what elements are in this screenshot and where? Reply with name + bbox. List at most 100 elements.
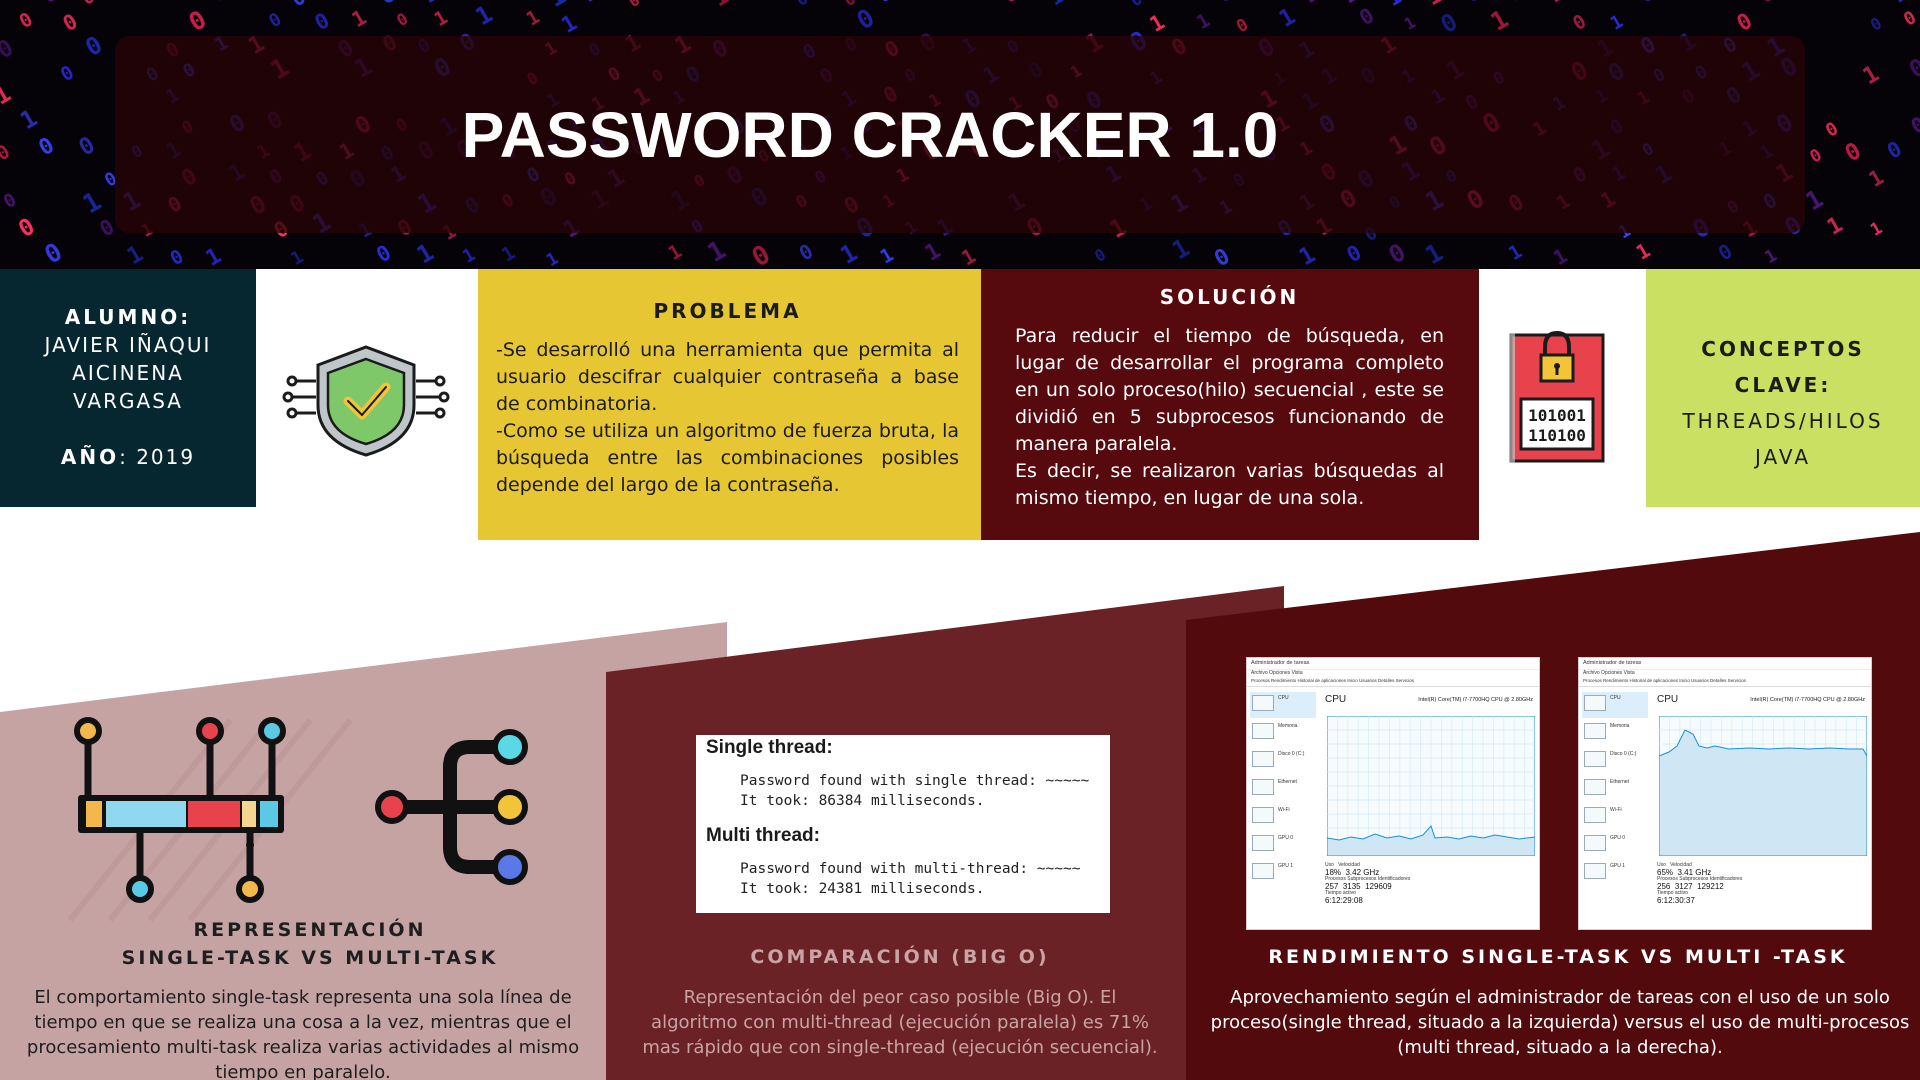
tm-window-title: Administrador de tareas [1579, 658, 1871, 670]
tm-side-cpu: CPU [1250, 692, 1316, 718]
binary-digit: 1 [1295, 242, 1320, 269]
tm-cpu-label: CPU [1657, 694, 1679, 705]
conceptos-panel: CONCEPTOS CLAVE: THREADS/HILOS JAVA [1646, 269, 1920, 507]
binary-digit: 0 [1733, 9, 1757, 37]
binary-digit: 0 [1900, 7, 1920, 31]
representacion-title: REPRESENTACIÓN SINGLE-TASK VS MULTI-TASK [40, 916, 580, 972]
header-banner: 0000000001110110000100111101100100011100… [0, 0, 1920, 269]
binary-digit: 1 [1546, 0, 1566, 7]
binary-digit: 1 [1297, 0, 1325, 9]
alumno-label: ALUMNO: [64, 305, 192, 329]
binary-digit: 0 [1001, 0, 1020, 8]
binary-digit: 1 [1823, 212, 1847, 240]
binary-digit: 0 [0, 0, 17, 5]
binary-digit: 0 [209, 0, 229, 7]
tm-side-gpu0: GPU 0 [1250, 832, 1316, 858]
comparacion-title: COMPARACIÓN (BIG O) [750, 946, 1050, 968]
binary-digit: 0 [372, 240, 395, 267]
binary-digit: 0 [287, 0, 310, 11]
conceptos-heading-2: CLAVE: [1734, 373, 1832, 397]
multi-thread-line-2: It took: 24381 milliseconds. [740, 881, 985, 897]
binary-digit: 1 [1420, 238, 1448, 269]
multi-thread-heading: Multi thread: [706, 825, 820, 846]
binary-digit: 0 [1807, 145, 1826, 167]
tm-side-wifi: Wi-Fi [1250, 804, 1316, 830]
comparacion-text: Representación del peor caso posible (Bi… [642, 987, 1158, 1058]
binary-digit: 1 [498, 242, 519, 267]
binary-digit: 0 [0, 189, 20, 213]
tm-cpu-model: Intel(R) Core(TM) i7-7700HQ CPU @ 2.80GH… [1750, 697, 1865, 703]
lock-binary-icon: 101001 110100 [1509, 330, 1605, 463]
binary-digit: 0 [1907, 112, 1920, 139]
svg-text:110100: 110100 [1528, 426, 1586, 445]
binary-digit: 0 [1678, 0, 1698, 5]
binary-digit: 0 [1213, 0, 1236, 7]
tm-sidebar: CPU Memoria Disco 0 (C:) Ethernet Wi-Fi … [1582, 692, 1648, 888]
task-manager-single: Administrador de tareas Archivo Opciones… [1246, 657, 1540, 930]
alumno-name-line-2: AICINENA [72, 361, 184, 385]
binary-digit: 0 [57, 61, 78, 86]
binary-digit: 1 [543, 249, 562, 269]
binary-digit: 1 [0, 79, 16, 110]
binary-digit: 1 [1762, 246, 1781, 268]
binary-digit: 0 [78, 0, 98, 10]
binary-digit: 0 [1841, 138, 1866, 167]
tm-window-title: Administrador de tareas [1247, 658, 1539, 670]
binary-digit: 1 [471, 0, 498, 31]
tm-side-gpu1: GPU 1 [1582, 860, 1648, 886]
alumno-name-line-3: VARGASA [73, 389, 183, 413]
concepto-item-threads: THREADS/HILOS [1682, 409, 1884, 433]
problema-text-1: -Se desarrolló una herramienta que permi… [496, 339, 959, 415]
binary-digit: 0 [14, 213, 39, 242]
conceptos-heading-1: CONCEPTOS [1701, 337, 1865, 361]
solucion-panel: SOLUCIÓN Para reducir el tiempo de búsqu… [981, 269, 1479, 540]
solucion-text-1: Para reducir el tiempo de búsqueda, en l… [1015, 325, 1444, 455]
tm-side-gpu0: GPU 0 [1582, 832, 1648, 858]
binary-digit: 0 [167, 245, 188, 269]
binary-digit: 0 [393, 9, 411, 30]
tm-side-cpu: CPU [1582, 692, 1648, 718]
tm-side-memory: Memoria [1250, 720, 1316, 746]
rendimiento-title: RENDIMIENTO SINGLE-TASK VS MULTI -TASK [1268, 946, 1848, 968]
binary-digit: 0 [184, 5, 212, 38]
binary-digit: 1 [431, 6, 452, 31]
single-thread-heading: Single thread: [706, 737, 833, 758]
binary-digit: 1 [1401, 13, 1419, 34]
tm-side-disk: Disco 0 (C:) [1250, 748, 1316, 774]
binary-digit: 1 [16, 104, 43, 135]
svg-text:101001: 101001 [1528, 406, 1586, 425]
binary-digit: 0 [747, 240, 776, 269]
binary-digit: 1 [1632, 238, 1654, 265]
binary-digit: 0 [265, 9, 285, 33]
binary-digit: 1 [1891, 0, 1910, 8]
year-label: AÑO [60, 445, 120, 469]
tm-stats-single: Uso Velocidad 18% 3.42 GHz Procesos Subp… [1325, 862, 1411, 905]
binary-digit: 0 [40, 237, 68, 269]
binary-digit: 0 [1436, 7, 1463, 38]
binary-digit: 1 [1504, 0, 1527, 6]
binary-digit: 0 [1757, 0, 1777, 8]
binary-digit: 1 [459, 244, 479, 268]
binary-digit: 0 [1127, 0, 1146, 11]
binary-digit: 1 [412, 238, 439, 269]
binary-digit: 0 [1355, 3, 1378, 30]
representacion-text: El comportamiento single-task representa… [26, 987, 580, 1080]
binary-digit: 0 [792, 0, 812, 11]
binary-digit: 1 [1865, 165, 1888, 192]
binary-digit: 1 [1193, 9, 1214, 34]
binary-digit: 0 [16, 8, 37, 33]
binary-digit: 1 [665, 240, 686, 265]
binary-digit: 0 [1843, 0, 1867, 7]
binary-digit: 1 [1505, 240, 1526, 265]
binary-digit: 0 [1805, 0, 1828, 5]
tm-side-disk: Disco 0 (C:) [1582, 748, 1648, 774]
tm-stats-multi: Uso Velocidad 65% 3.41 GHz Procesos Subp… [1657, 862, 1743, 905]
binary-digit: 0 [1714, 239, 1736, 266]
title-box: PASSWORD CRACKER 1.0 [115, 36, 1805, 233]
binary-digit: 0 [875, 0, 895, 7]
binary-digit: 1 [836, 238, 863, 269]
binary-digit: 1 [1607, 11, 1627, 35]
binary-digit: 0 [35, 133, 59, 161]
task-manager-multi: Administrador de tareas Archivo Opciones… [1578, 657, 1872, 930]
binary-digit: 1 [1867, 218, 1886, 240]
